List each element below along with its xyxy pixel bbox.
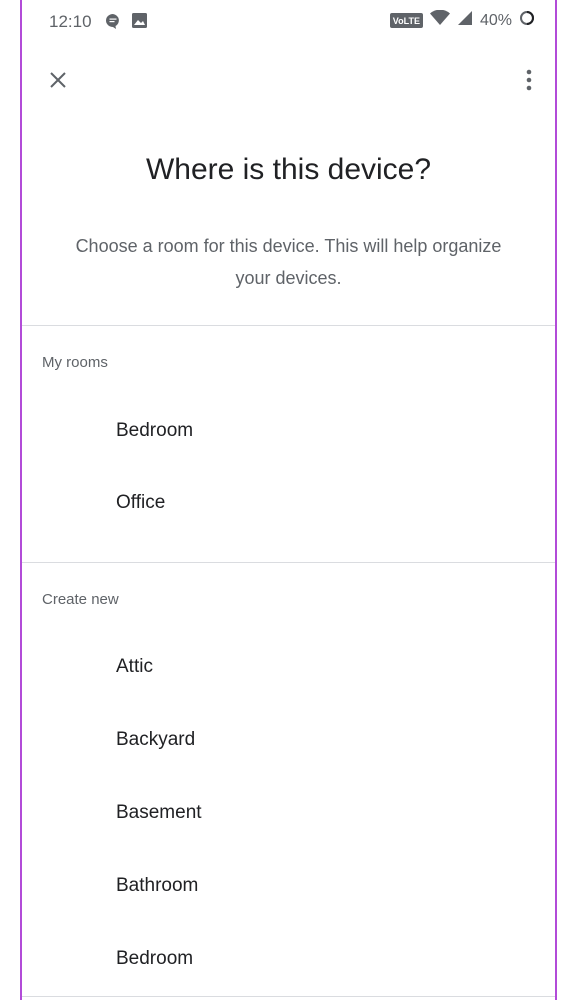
new-room-item-basement[interactable]: Basement: [22, 782, 555, 846]
new-room-item-bathroom[interactable]: Bathroom: [22, 855, 555, 919]
chat-notification-icon: [105, 13, 121, 34]
app-frame: 12:10 VoLTE 40% Where is this device? Ch…: [20, 0, 557, 1000]
room-item-label: Bedroom: [116, 948, 194, 969]
room-item-office[interactable]: Office: [22, 472, 555, 536]
section-header-create-new: Create new: [42, 591, 119, 608]
battery-percentage: 40%: [479, 11, 512, 29]
status-right-group: VoLTE 40%: [389, 9, 535, 31]
volte-icon: VoLTE: [389, 13, 423, 28]
close-button[interactable]: [36, 60, 80, 104]
new-room-item-bedroom[interactable]: Bedroom: [22, 928, 555, 992]
room-item-label: Basement: [116, 802, 202, 823]
volte-label: VoLTE: [392, 15, 420, 26]
battery-icon: [519, 10, 535, 31]
room-item-bedroom[interactable]: Bedroom: [22, 400, 555, 464]
room-item-label: Bedroom: [116, 420, 194, 441]
room-item-label: Attic: [116, 656, 153, 677]
room-item-label: Backyard: [116, 729, 196, 750]
wifi-icon: [429, 9, 450, 31]
status-time: 12:10: [49, 12, 92, 31]
more-vert-icon: [526, 69, 532, 96]
divider: [22, 996, 555, 997]
page-subtitle: Choose a room for this device. This will…: [75, 236, 502, 288]
page-title: Where is this device?: [145, 153, 432, 186]
close-icon: [49, 71, 67, 94]
new-room-item-attic[interactable]: Attic: [22, 636, 555, 700]
room-item-label: Bathroom: [116, 875, 199, 896]
section-header-my-rooms: My rooms: [42, 354, 108, 371]
cell-signal-icon: [457, 10, 473, 31]
new-room-item-backyard[interactable]: Backyard: [22, 709, 555, 773]
more-options-button[interactable]: [507, 60, 551, 104]
image-notification-icon: [132, 13, 147, 33]
room-item-label: Office: [116, 492, 166, 513]
status-bar: 12:10 VoLTE 40%: [22, 0, 555, 50]
divider: [22, 562, 555, 563]
divider: [22, 325, 555, 326]
